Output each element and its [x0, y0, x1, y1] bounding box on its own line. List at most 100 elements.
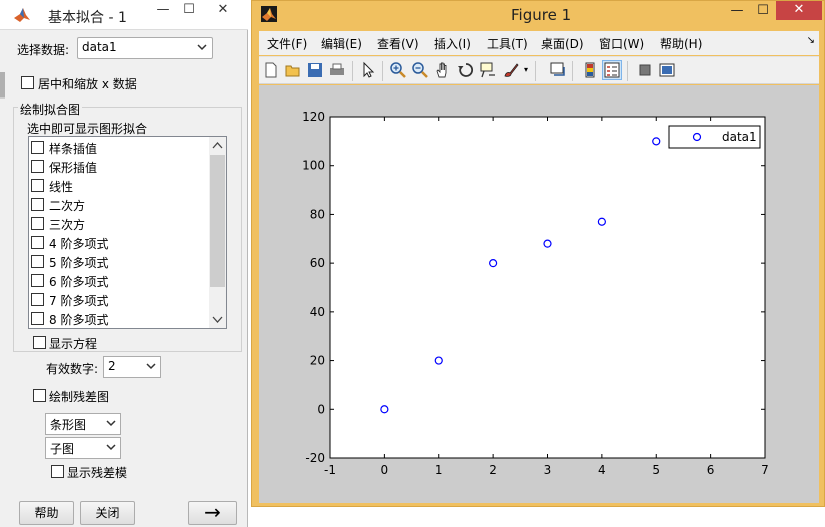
fit-type-checkbox[interactable] — [31, 198, 44, 211]
x-tick-label: -1 — [324, 463, 336, 477]
significant-digits-label: 有效数字: — [46, 362, 99, 376]
fit-type-label: 7 阶多项式 — [49, 294, 109, 308]
brush-dropdown-arrow-icon[interactable]: ▾ — [524, 65, 528, 74]
fit-type-label: 6 阶多项式 — [49, 275, 109, 289]
residual-plot-location-dropdown[interactable]: 子图 — [45, 437, 121, 459]
fit-type-checkbox[interactable] — [31, 179, 44, 192]
plot-fits-title: 绘制拟合图 — [18, 101, 83, 118]
select-arrow-icon[interactable] — [359, 61, 377, 79]
significant-digits-dropdown[interactable]: 2 — [103, 356, 161, 378]
fit-window-titlebar[interactable]: 基本拟合 - 1 — ☐ ✕ — [0, 0, 248, 30]
fit-type-label: 线性 — [49, 180, 74, 194]
data-cursor-icon[interactable] — [479, 61, 497, 79]
y-tick-label: 80 — [310, 207, 325, 221]
fit-type-checkbox[interactable] — [31, 274, 44, 287]
toolbar-separator — [627, 61, 628, 81]
fit-type-row[interactable]: 6 阶多项式 — [29, 271, 210, 290]
rotate-3d-icon[interactable] — [457, 61, 475, 79]
toolbar-separator — [352, 61, 353, 81]
fit-type-checkbox[interactable] — [31, 217, 44, 230]
x-tick-label: 3 — [544, 463, 552, 477]
zoom-out-icon[interactable] — [411, 61, 429, 79]
center-scale-checkbox[interactable] — [21, 76, 34, 89]
scroll-down-arrow-icon[interactable] — [209, 311, 226, 328]
fit-type-label: 样条插值 — [49, 142, 98, 156]
matlab-logo-icon — [261, 6, 277, 22]
zoom-in-icon[interactable] — [389, 61, 407, 79]
y-tick-label: 120 — [302, 110, 325, 124]
scroll-up-arrow-icon[interactable] — [209, 137, 226, 154]
fit-type-row[interactable]: 二次方 — [29, 195, 210, 214]
menu-tools[interactable]: 工具(T) — [487, 35, 528, 52]
y-tick-label: -20 — [305, 451, 325, 465]
fit-type-checkbox[interactable] — [31, 236, 44, 249]
legend-icon[interactable] — [602, 60, 622, 80]
fit-type-list[interactable]: 样条插值保形插值线性二次方 三次方 4 阶多项式 5 阶多项式 6 阶多项式 7 阶多项式… — [28, 136, 227, 329]
fit-type-row[interactable]: 保形插值 — [29, 157, 210, 176]
fit-type-row[interactable]: 线性 — [29, 176, 210, 195]
menu-edit[interactable]: 编辑(E) — [321, 35, 362, 52]
fit-type-row[interactable]: 三次方 — [29, 214, 210, 233]
fit-type-checkbox[interactable] — [31, 160, 44, 173]
plot-residuals-checkbox[interactable] — [33, 389, 46, 402]
brush-icon[interactable] — [502, 61, 520, 79]
chevron-down-icon — [106, 420, 116, 427]
show-plot-tools-icon[interactable] — [658, 61, 676, 79]
close-window-button[interactable]: ✕ — [776, 1, 822, 20]
figure-menubar: 文件(F) 编辑(E) 查看(V) 插入(I) 工具(T) 桌面(D) 窗口(W… — [259, 31, 819, 55]
select-data-label: 选择数据: — [17, 43, 70, 57]
open-file-icon[interactable] — [284, 61, 302, 79]
new-figure-icon[interactable] — [262, 61, 280, 79]
y-tick-label: 40 — [310, 305, 325, 319]
show-residual-norm-checkbox[interactable] — [51, 465, 64, 478]
close-window-button[interactable]: ✕ — [202, 0, 244, 22]
pan-hand-icon[interactable] — [434, 61, 452, 79]
minimize-button[interactable]: — — [150, 0, 176, 22]
menu-view[interactable]: 查看(V) — [377, 35, 419, 52]
scroll-thumb[interactable] — [210, 155, 225, 287]
save-icon[interactable] — [306, 61, 324, 79]
fit-type-label: 5 阶多项式 — [49, 256, 109, 270]
link-plot-icon[interactable] — [549, 61, 567, 79]
help-button[interactable]: 帮助 — [19, 501, 74, 525]
maximize-button[interactable]: ☐ — [750, 1, 776, 23]
plot-svg[interactable]: -1 0 1 2 3 4 5 6 7 -20 0 20 40 60 80 100 120 data1 — [259, 85, 819, 503]
data-select-dropdown[interactable]: data1 — [77, 37, 213, 59]
minimize-button[interactable]: — — [724, 1, 750, 23]
x-tick-label: 4 — [598, 463, 606, 477]
menu-insert[interactable]: 插入(I) — [434, 35, 471, 52]
fit-type-row[interactable]: 5 阶多项式 — [29, 252, 210, 271]
fit-type-label: 保形插值 — [49, 161, 98, 175]
show-equations-checkbox[interactable] — [33, 336, 46, 349]
fit-type-label: 8 阶多项式 — [49, 313, 109, 327]
axes-box[interactable] — [329, 116, 766, 459]
fit-type-checkbox[interactable] — [31, 141, 44, 154]
menu-file[interactable]: 文件(F) — [267, 35, 307, 52]
residual-plot-type-value: 条形图 — [50, 418, 87, 432]
fit-type-row[interactable]: 4 阶多项式 — [29, 233, 210, 252]
colorbar-icon[interactable] — [581, 61, 599, 79]
close-button[interactable]: 关闭 — [80, 501, 135, 525]
fit-type-checkbox[interactable] — [31, 312, 44, 325]
menu-overflow-arrow-icon[interactable]: ↘ — [807, 35, 815, 46]
fit-type-label: 二次方 — [49, 199, 86, 213]
menu-window[interactable]: 窗口(W) — [599, 35, 644, 52]
fit-type-row[interactable]: 7 阶多项式 — [29, 290, 210, 309]
fit-type-checkbox[interactable] — [31, 255, 44, 268]
print-icon[interactable] — [328, 61, 346, 79]
center-scale-label: 居中和缩放 x 数据 — [38, 77, 137, 91]
figure-titlebar[interactable]: Figure 1 — ☐ ✕ — [252, 1, 824, 28]
residual-plot-type-dropdown[interactable]: 条形图 — [45, 413, 121, 435]
next-arrow-button[interactable]: → — [188, 501, 237, 525]
menu-desktop[interactable]: 桌面(D) — [541, 35, 584, 52]
window-edge-mark — [0, 72, 5, 98]
fit-type-row[interactable]: 样条插值 — [29, 138, 210, 157]
significant-digits-value: 2 — [108, 359, 116, 373]
fit-type-checkbox[interactable] — [31, 293, 44, 306]
menu-help[interactable]: 帮助(H) — [660, 35, 702, 52]
figure-canvas[interactable]: -1 0 1 2 3 4 5 6 7 -20 0 20 40 60 80 100 120 data1 — [259, 85, 819, 503]
fit-list-scrollbar[interactable] — [209, 137, 226, 328]
fit-type-row[interactable]: 8 阶多项式 — [29, 309, 210, 328]
maximize-button[interactable]: ☐ — [176, 0, 202, 22]
hide-plot-tools-icon[interactable] — [636, 61, 654, 79]
